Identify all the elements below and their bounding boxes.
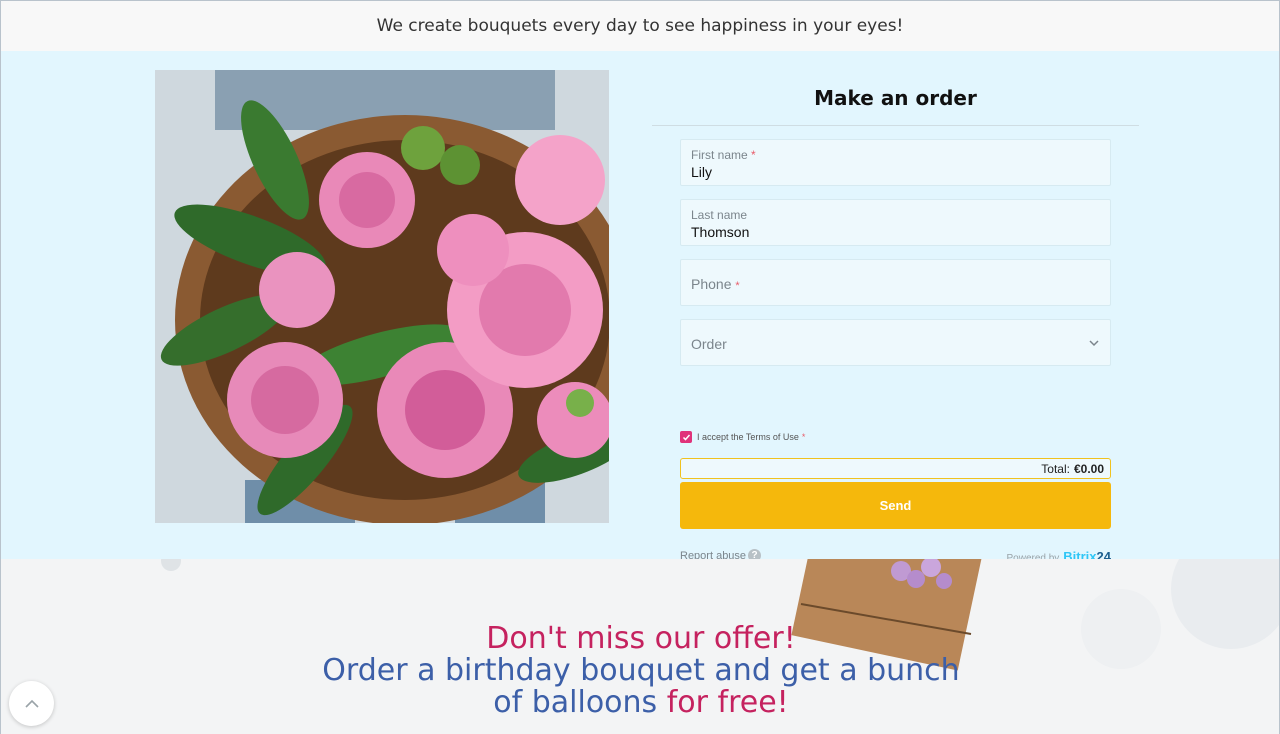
top-banner: We create bouquets every day to see happ…: [0, 0, 1280, 51]
first-name-value: Lily: [691, 164, 713, 180]
last-name-field[interactable]: Last name Thomson: [680, 199, 1111, 246]
check-icon: [682, 434, 690, 441]
chevron-up-icon: [24, 699, 39, 708]
first-name-field[interactable]: First name * Lily: [680, 139, 1111, 186]
chevron-down-icon: [1088, 336, 1100, 354]
peony-basket-image: [155, 70, 609, 523]
order-section: Make an order First name * Lily Last nam…: [0, 51, 1280, 564]
total-label: Total:: [1041, 461, 1070, 476]
terms-label[interactable]: I accept the Terms of Use: [697, 432, 799, 442]
order-placeholder: Order: [691, 336, 727, 352]
phone-placeholder: Phone *: [691, 276, 740, 292]
tagline: We create bouquets every day to see happ…: [376, 16, 904, 36]
order-form: Make an order First name * Lily Last nam…: [652, 70, 1139, 564]
first-name-label: First name *: [691, 148, 756, 162]
terms-required-mark: *: [801, 432, 806, 442]
terms-checkbox[interactable]: [680, 431, 692, 443]
total-value: €0.00: [1073, 461, 1104, 476]
promo-text: Don't miss our offer! Order a birthday b…: [1, 621, 1279, 720]
scroll-to-top-button[interactable]: [9, 681, 54, 726]
terms-row: I accept the Terms of Use *: [680, 431, 805, 443]
send-button[interactable]: Send: [680, 482, 1111, 529]
last-name-value: Thomson: [691, 224, 750, 240]
bouquet-photo: [155, 70, 609, 523]
promo-line-3-blue: of balloons: [493, 685, 658, 720]
order-select[interactable]: Order: [680, 319, 1111, 366]
total-box: Total: €0.00: [680, 458, 1111, 479]
promo-line-3: of balloons for free!: [1, 685, 1279, 720]
promo-line-2: Order a birthday bouquet and get a bunch: [322, 653, 960, 688]
promo-line-3-pink: for free!: [666, 685, 789, 720]
last-name-label: Last name: [691, 208, 748, 222]
phone-field[interactable]: Phone *: [680, 259, 1111, 306]
promo-section: Don't miss our offer! Order a birthday b…: [0, 559, 1280, 734]
form-title: Make an order: [652, 70, 1139, 126]
promo-line-1: Don't miss our offer!: [486, 621, 796, 656]
